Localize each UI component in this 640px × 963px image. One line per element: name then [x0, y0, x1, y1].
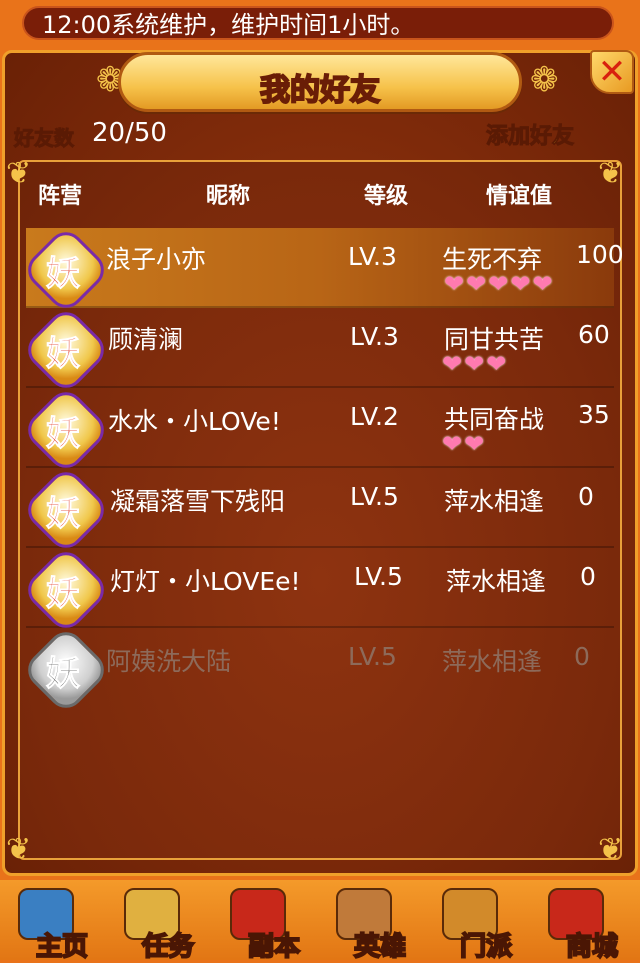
- nav-shop[interactable]: 商城: [536, 882, 640, 963]
- nav-home[interactable]: 主页: [6, 882, 110, 963]
- friend-affinity: 0: [578, 482, 594, 511]
- friend-relation: 萍水相逢: [442, 647, 543, 676]
- cloud-ornament-right-icon: ❁: [530, 60, 559, 100]
- friend-count-value: 20/50: [92, 118, 167, 148]
- nav-dungeon[interactable]: 副本: [218, 882, 322, 963]
- friend-level: LV.5: [354, 562, 403, 591]
- faction-label: 妖: [46, 254, 81, 295]
- nav-label: 副本: [247, 931, 301, 963]
- heart-icon: ❤❤❤: [442, 350, 509, 378]
- header-affinity: 情谊值: [486, 184, 553, 209]
- add-friend-button[interactable]: 添加好友: [485, 118, 574, 150]
- friend-row[interactable]: 妖 水水・小LOVe! LV.2 共同奋战 35 ❤❤: [20, 384, 614, 476]
- nav-guild[interactable]: 门派: [430, 882, 534, 963]
- close-icon[interactable]: ✕: [590, 50, 634, 94]
- friend-level: LV.3: [348, 242, 397, 271]
- nav-label: 英雄: [353, 931, 407, 963]
- nav-label: 主页: [35, 931, 89, 963]
- friend-affinity: 0: [574, 642, 590, 671]
- friend-count-label: 好友数: [14, 126, 75, 151]
- nav-label: 商城: [565, 931, 619, 963]
- friend-relation: 萍水相逢: [444, 487, 545, 516]
- friend-name: 浪子小亦: [106, 245, 207, 274]
- friend-relation: 萍水相逢: [446, 567, 547, 596]
- faction-label: 妖: [46, 334, 81, 375]
- header-nickname: 昵称: [206, 184, 251, 209]
- corner-ornament-icon: ❦: [598, 832, 624, 867]
- nav-label: 门派: [459, 931, 513, 963]
- nav-heroes[interactable]: 英雄: [324, 882, 428, 963]
- friend-name: 顾清澜: [108, 325, 184, 354]
- faction-label: 妖: [46, 654, 81, 695]
- panel-title: 我的好友: [259, 72, 381, 109]
- friend-name: 水水・小LOVe!: [108, 407, 281, 436]
- friend-name: 凝霜落雪下残阳: [110, 487, 286, 516]
- friend-level: LV.3: [350, 322, 399, 351]
- corner-ornament-icon: ❦: [598, 156, 624, 191]
- friend-row-offline[interactable]: 妖 阿姨洗大陆 LV.5 萍水相逢 0: [20, 624, 614, 716]
- friend-affinity: 60: [578, 320, 610, 349]
- friend-row[interactable]: 妖 凝霜落雪下残阳 LV.5 萍水相逢 0: [20, 464, 614, 556]
- friend-row[interactable]: 妖 浪子小亦 LV.3 生死不弃 100 ❤❤❤❤❤: [20, 224, 624, 316]
- system-notice-marquee: 12:00系统维护，维护时间1小时。: [22, 6, 614, 40]
- faction-label: 妖: [46, 414, 81, 455]
- friend-affinity: 0: [580, 562, 596, 591]
- friend-affinity: 100: [576, 240, 624, 269]
- faction-label: 妖: [46, 574, 81, 615]
- friend-row[interactable]: 妖 顾清澜 LV.3 同甘共苦 60 ❤❤❤: [20, 304, 614, 396]
- friend-affinity: 35: [578, 400, 610, 429]
- heart-icon: ❤❤❤❤❤: [444, 270, 555, 298]
- friend-level: LV.5: [348, 642, 397, 671]
- corner-ornament-icon: ❦: [6, 832, 32, 867]
- heart-icon: ❤❤: [442, 430, 487, 458]
- faction-label: 妖: [46, 494, 81, 535]
- panel-title-plate: 我的好友: [118, 52, 522, 112]
- friend-level: LV.2: [350, 402, 399, 431]
- friend-level: LV.5: [350, 482, 399, 511]
- friend-row[interactable]: 妖 灯灯・小LOVEe! LV.5 萍水相逢 0: [20, 544, 614, 636]
- friend-name: 灯灯・小LOVEe!: [110, 567, 301, 596]
- nav-tasks[interactable]: 任务: [112, 882, 216, 963]
- header-level: 等级: [364, 184, 409, 209]
- bottom-nav: 主页 任务 副本 英雄 门派 商城: [0, 880, 640, 963]
- nav-label: 任务: [141, 931, 195, 963]
- header-faction: 阵营: [38, 184, 83, 209]
- friend-name: 阿姨洗大陆: [106, 647, 232, 676]
